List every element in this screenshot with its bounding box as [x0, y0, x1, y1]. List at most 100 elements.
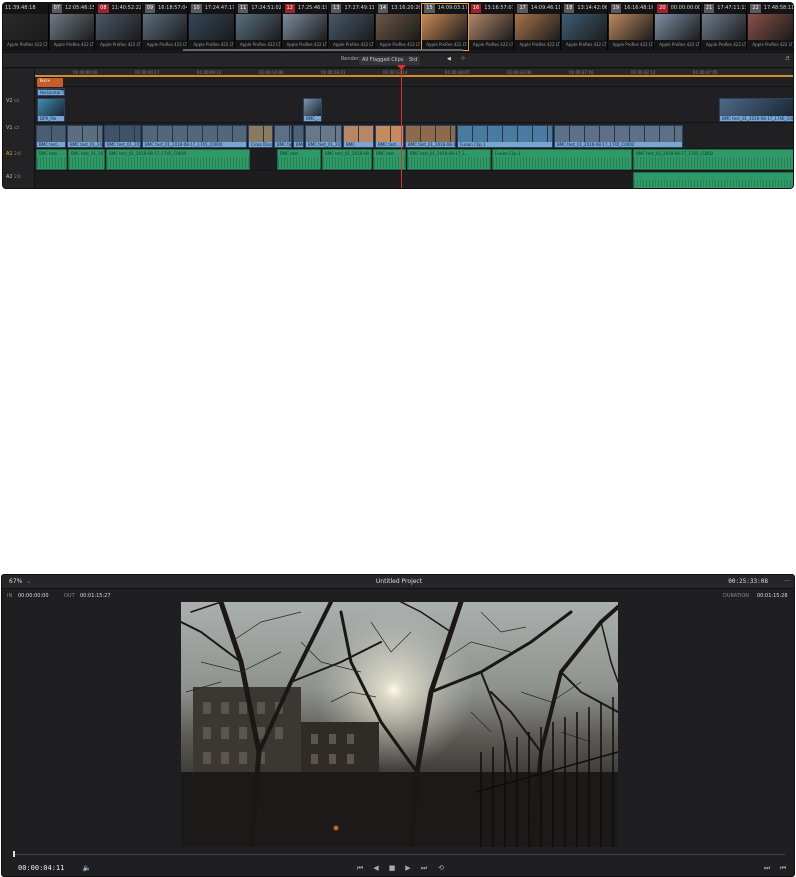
edit-timeline-panel: 11:39:48:18 Apple ProRes 422 LT 07 12:05:46… [2, 2, 794, 189]
clip-number: 15 [424, 4, 435, 13]
audio-clip-a1[interactable]: BMC test... [277, 149, 321, 170]
clip-label: BMC [294, 142, 303, 147]
viewer-panel: 67% ⌄ Untitled Project 00:25:33:08 ··· I… [1, 574, 795, 877]
clip-thumbnail[interactable]: 10 17:24:47:17 Apple ProRes 422 LT [189, 4, 235, 50]
clip-thumbnail[interactable]: 19 16:16:48:16 Apple ProRes 422 LT [608, 4, 655, 50]
play-icon[interactable]: ◀ [447, 56, 451, 62]
audio-clip-a1[interactable]: BMC test_01_2018-08-17_1... [407, 149, 491, 170]
video-clip-v2[interactable]: BMC test_01_2018-08-17_1746_C0001 [719, 98, 793, 122]
audio-clip-a1[interactable]: Fusion Clip 1 [492, 149, 632, 170]
clip-image [608, 14, 654, 40]
video-clip-v1[interactable]: BMC [293, 125, 304, 148]
clip-number: 13 [331, 4, 342, 13]
previous-clip-icon[interactable]: ⏭ [760, 858, 774, 876]
video-clip-v1[interactable]: BMC test_01_2018-08-... [305, 125, 342, 148]
more-options-icon[interactable]: ··· [784, 575, 790, 589]
ruler-tick: 01:00:33:00 [507, 70, 532, 75]
clip-thumbnail[interactable]: 11 17:24:51:02 Apple ProRes 422 LT [235, 4, 282, 50]
clip-label: BMC test_01_2018... [68, 142, 102, 147]
clip-thumbnail[interactable]: 09 16:18:57:04 Apple ProRes 422 LT [142, 4, 189, 50]
clip-image [329, 14, 374, 40]
video-clip-v2[interactable]: BMC_... [303, 98, 322, 122]
clip-timecode: 11:40:52:22 [111, 5, 141, 11]
play-icon[interactable]: ▶ [401, 858, 415, 876]
video-clip-v1[interactable]: BMC test_01_2018-08-17_1745_C0002 [554, 125, 683, 148]
clip-thumbnail[interactable]: 11:39:48:18 Apple ProRes 422 LT [3, 4, 49, 50]
video-clip-v1[interactable]: BMC [343, 125, 374, 148]
track-header-v2[interactable]: V2 ▭ [3, 98, 35, 104]
clip-thumbnail[interactable]: 07 12:05:46:15 Apple ProRes 422 LT [49, 4, 96, 50]
clip-label: Fusion Clip 1 [495, 151, 521, 156]
timeline-ruler[interactable]: 01:00:00:00 01:00:04:17 01:00:09:12 01:00:1… [35, 69, 793, 77]
out-value: 00:01:15:27 [80, 593, 111, 599]
clip-label: Horizontal Title [38, 90, 64, 95]
clip-image [562, 14, 607, 40]
audio-clip-a1[interactable]: BMC test_01_2018-08... [322, 149, 372, 170]
clip-thumbnail[interactable]: 18 13:14:42:06 Apple ProRes 422 LT [562, 4, 608, 50]
track-header-a1[interactable]: A1 2.0 [3, 151, 35, 157]
title-track: Text+ [35, 78, 793, 87]
video-clip-v1[interactable]: BMC test_01_2018... [67, 125, 103, 148]
clip-label: BMC test_01_2018... [71, 151, 105, 156]
playhead[interactable] [401, 65, 402, 188]
clip-thumbnail[interactable]: 17 14:09:46:11 Apple ProRes 422 LT [515, 4, 562, 50]
volume-icon[interactable]: 🔈 [80, 858, 94, 876]
next-clip-icon[interactable]: ⏮ [776, 858, 790, 876]
audio-clip-a2[interactable] [633, 172, 793, 188]
clip-thumbnail[interactable]: 21 17:47:11:13 Apple ProRes 422 LT [701, 4, 748, 50]
clip-codec: Apple ProRes 422 LT [705, 42, 747, 47]
video-clip-v2[interactable]: DPX_file [37, 98, 65, 122]
clip-timecode: 00:00:00:00 [670, 5, 700, 11]
stop-icon[interactable]: ■ [385, 858, 399, 876]
video-clip-v1[interactable]: Fusion Clip 1 [457, 125, 553, 148]
clip-thumbnail[interactable]: 12 17:25:46:19 Apple ProRes 422 LT [282, 4, 329, 50]
video-clip-v1[interactable]: BMC test... [375, 125, 404, 148]
clip-label: BMC test_01_2018-08-17_1745_C0002 [636, 151, 714, 156]
ruler-tick: 01:00:47:05 [693, 70, 718, 75]
scrubber-bar[interactable] [13, 854, 785, 855]
clip-image [49, 14, 95, 40]
audio-clip-a1[interactable]: BMC test_01_2018-08-17_1745_C0002 [633, 149, 793, 170]
jump-to-start-icon[interactable]: ⏮ [353, 858, 367, 876]
clip-thumbnail[interactable]: 22 17:48:58:11 Apple ProRes 422 LT [748, 4, 793, 50]
audio-clip-a1[interactable]: BMC test_01_2018... [68, 149, 105, 170]
clip-thumbnail[interactable]: 20 00:00:00:00 Apple ProRes 422 LT [655, 4, 701, 50]
jump-to-end-icon[interactable]: ⏭ [417, 858, 431, 876]
video-clip-v1[interactable]: BMC test... [274, 125, 292, 148]
clip-thumbnail[interactable]: 14 13:16:20:20 Apple ProRes 422 LT [375, 4, 422, 50]
video-clip-v1[interactable]: BMC test_01_2018-08-17_1... [405, 125, 456, 148]
ruler-tick: 01:00:09:12 [197, 70, 222, 75]
audio-clip-a1[interactable]: BMC test_01_2018-08-17_1745_C0000 [106, 149, 250, 170]
clip-timecode: 17:27:49:11 [344, 5, 374, 11]
clips-filter-select[interactable]: All Flagged Clips [359, 56, 407, 65]
strip-scrollbar[interactable] [183, 49, 463, 51]
clip-number: 20 [657, 4, 668, 13]
video-clip-v1[interactable]: BMC test... [36, 125, 66, 148]
mode-select[interactable]: Std [406, 56, 421, 65]
video-clip-v1[interactable]: BMC test_01_201... [104, 125, 141, 148]
track-header-a2[interactable]: A2 2.0 [3, 174, 35, 180]
track-header-v1[interactable]: V1 ▭ [3, 125, 35, 131]
clip-thumbnail[interactable]: 16 13:16:57:07 Apple ProRes 422 LT [468, 4, 515, 50]
clip-number: 10 [191, 4, 202, 13]
loop-icon[interactable]: ⟲ [434, 858, 448, 876]
video-clip-v1[interactable]: BMC test_01_2018-08-17_1745_C0000 [142, 125, 247, 148]
loop-icon[interactable]: ⟳ [461, 56, 465, 62]
title-clip[interactable]: Text+ [37, 78, 63, 87]
clip-thumbnail[interactable]: 13 17:27:49:11 Apple ProRes 422 LT [329, 4, 375, 50]
clip-timecode: 13:14:42:06 [577, 5, 607, 11]
clip-thumbnail[interactable]: 08 11:40:52:22 Apple ProRes 422 LT [96, 4, 142, 50]
clip-codec: Apple ProRes 422 LT [519, 42, 560, 47]
clip-label: BMC test... [376, 142, 403, 147]
play-reverse-icon[interactable]: ◀ [369, 858, 383, 876]
clip-number: 07 [51, 4, 62, 13]
scrubber-handle[interactable] [13, 851, 15, 857]
clips-thumbnail-strip: 11:39:48:18 Apple ProRes 422 LT 07 12:05:46… [3, 3, 793, 51]
video-clip-v1[interactable]: Cross Dissolve [248, 125, 273, 148]
video-clip-v2[interactable]: Horizontal Title [37, 88, 65, 96]
clip-label: BMC_... [304, 116, 321, 121]
clip-thumbnail[interactable]: 15 14:09:03:17 Apple ProRes 422 LT [421, 3, 469, 51]
audio-clip-a1[interactable]: BMC test... [36, 149, 67, 170]
clip-label: BMC test_01_2018-08... [325, 151, 372, 156]
timeline-settings-icon[interactable]: ♬ [785, 56, 789, 62]
